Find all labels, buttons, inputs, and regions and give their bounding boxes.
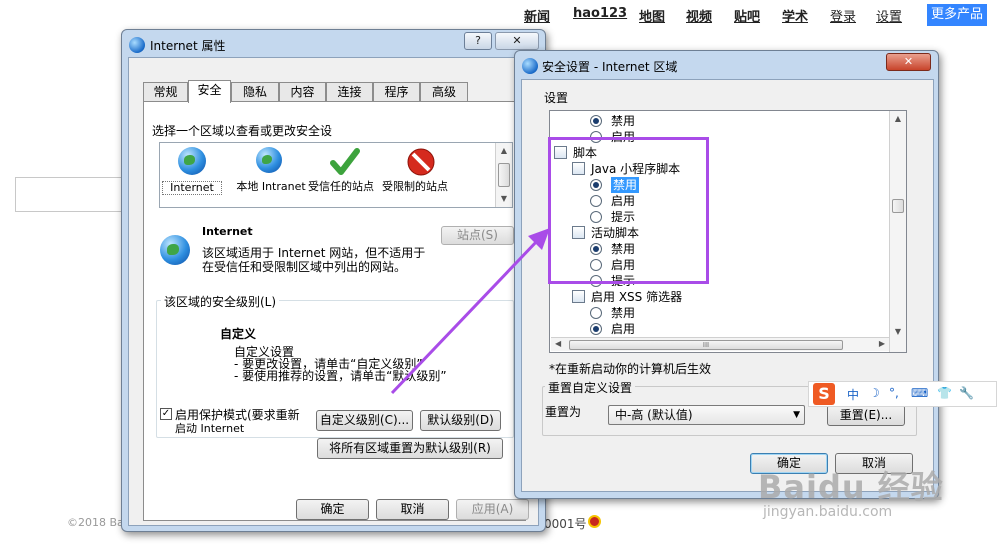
ime-chinese-mode[interactable]: 中 (847, 386, 859, 403)
ime-punctuation-icon[interactable]: °, (889, 386, 899, 400)
tab-security[interactable]: 安全 (188, 80, 231, 103)
watermark-sub: jingyan.baidu.com (763, 504, 893, 520)
ime-toolbar: S 中 ☽ °, ⌨ 👕 🔧 (808, 381, 997, 407)
ime-tools-icon[interactable]: 🔧 (959, 386, 974, 400)
watermark-main: Baidu 经验 (758, 468, 944, 506)
ime-keyboard-icon[interactable]: ⌨ (911, 386, 928, 400)
ime-skin-icon[interactable]: 👕 (937, 386, 952, 400)
ime-moon-icon[interactable]: ☽ (869, 386, 880, 400)
baidu-watermark: Baidu 经验 jingyan.baidu.com (758, 462, 958, 532)
sogou-logo-icon[interactable]: S (813, 383, 835, 405)
